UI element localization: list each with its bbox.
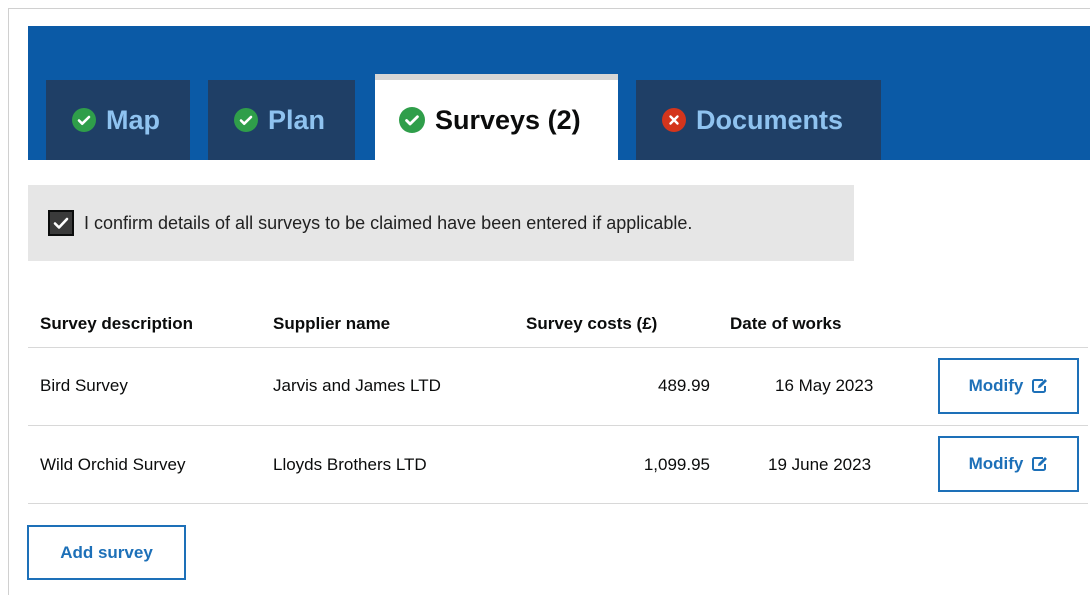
row-date: 16 May 2023 [775, 376, 874, 395]
tab-surveys[interactable]: Surveys (2) [375, 74, 618, 160]
edit-icon [1032, 379, 1048, 393]
modify-button-label: Modify [968, 376, 1024, 395]
row-supplier: Jarvis and James LTD [273, 376, 441, 395]
modify-button-label: Modify [968, 454, 1024, 473]
row-costs: 489.99 [658, 376, 710, 395]
table-divider [28, 347, 1088, 348]
check-circle-icon [234, 108, 258, 132]
row-supplier: Lloyds Brothers LTD [273, 455, 427, 474]
tab-plan[interactable]: Plan [208, 80, 355, 160]
modify-button[interactable]: Modify [938, 358, 1079, 414]
checkmark-icon [53, 217, 69, 229]
edit-icon [1032, 457, 1048, 471]
tab-map-label: Map [106, 104, 160, 135]
modify-button[interactable]: Modify [938, 436, 1079, 492]
tab-surveys-label: Surveys (2) [435, 104, 581, 135]
tab-documents[interactable]: Documents [636, 80, 881, 160]
header-date-of-works: Date of works [730, 314, 842, 333]
add-survey-button[interactable]: Add survey [27, 525, 186, 580]
cross-circle-icon [662, 108, 686, 132]
row-date: 19 June 2023 [768, 455, 872, 474]
row-description: Wild Orchid Survey [40, 455, 186, 474]
add-survey-label: Add survey [60, 542, 153, 562]
panel-border-left [8, 8, 9, 595]
table-divider [28, 503, 1088, 504]
confirm-checkbox[interactable] [48, 210, 74, 236]
confirm-panel: I confirm details of all surveys to be c… [28, 185, 854, 261]
header-supplier-name: Supplier name [273, 314, 391, 333]
tab-map[interactable]: Map [46, 80, 190, 160]
confirm-label: I confirm details of all surveys to be c… [84, 212, 693, 233]
panel-border-top [8, 8, 1090, 9]
row-costs: 1,099.95 [643, 455, 710, 474]
header-survey-costs: Survey costs (£) [526, 314, 658, 333]
check-circle-icon [72, 108, 96, 132]
row-description: Bird Survey [40, 376, 128, 395]
table-divider [28, 425, 1088, 426]
header-survey-description: Survey description [40, 314, 194, 333]
check-circle-icon [399, 107, 425, 133]
tab-plan-label: Plan [268, 104, 326, 135]
tab-documents-label: Documents [696, 104, 844, 135]
